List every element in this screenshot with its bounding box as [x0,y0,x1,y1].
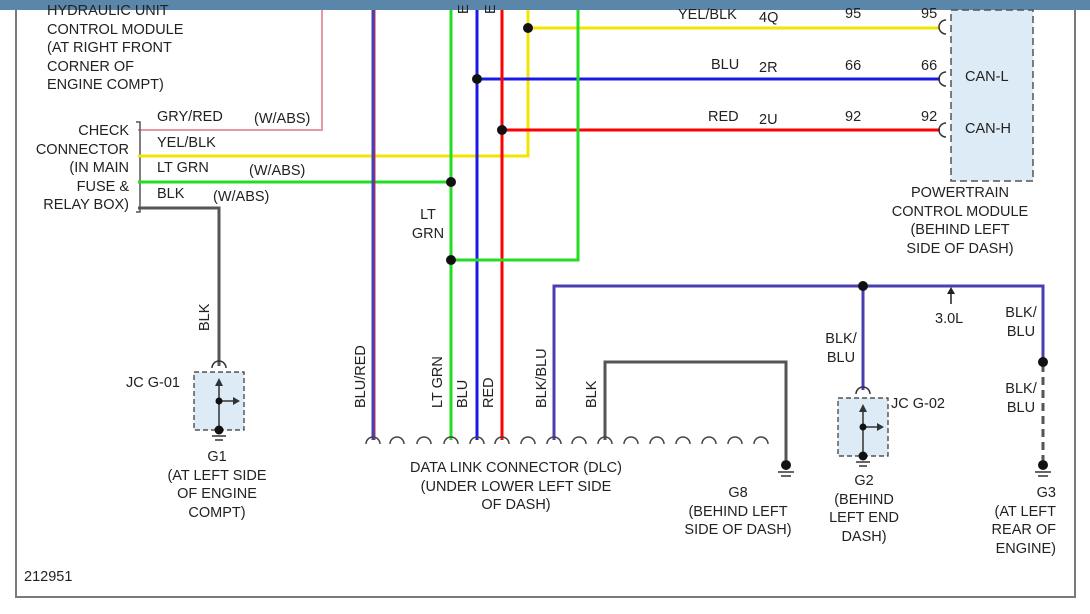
splice-dot [446,177,456,187]
gry-red-label: GRY/RED [157,109,223,125]
blk-blu-g3-label-b: BLK/ BLU [1005,381,1037,416]
pcm-row-circuit: 4Q [759,10,779,26]
pcm-module-box [950,9,1034,182]
arrow-up-icon [947,287,955,294]
pcm-row-color: BLU [711,57,740,73]
pcm-row-pin: 95 [921,6,938,22]
lt-grn-label: LT GRN [157,160,209,176]
blk-note: (W/ABS) [213,189,270,205]
splice-dot [446,255,456,265]
g3-label: G3 (AT LEFT REAR OF ENGINE) [991,485,1056,557]
jc-g02-junction [837,386,889,467]
gry-red-note: (W/ABS) [254,111,311,127]
blk-label: BLK [157,186,185,202]
blk-blu-vlabel: BLK/BLU [534,348,550,408]
partial-top-label: E [483,4,499,14]
pcm-row-color: RED [708,109,739,125]
g1-label: G1 (AT LEFT SIDE OF ENGINE COMPT) [167,449,267,521]
engine-length-label: 3.0L [935,311,964,327]
splice-dot [523,23,533,33]
blk-g1-vlabel: BLK [197,303,213,331]
blk-vlabel: BLK [584,380,600,408]
dlc-connector-pins [365,436,769,445]
blk-blu-g2-label: BLK/ BLU [825,331,857,366]
pcm-row-pin: 95 [845,6,862,22]
lt-grn-branch-wire [451,10,580,262]
pcm-label: POWERTRAIN CONTROL MODULE (BEHIND LEFT S… [891,185,1029,257]
splice-dot [1038,357,1048,367]
jc-g01-label: JC G-01 [126,375,180,391]
lt-grn-vlabel: LT GRN [430,356,446,408]
ground-g3-icon [1035,460,1051,477]
splice-dot [858,281,868,291]
check-connector-bracket [136,121,141,213]
pcm-row-color: YEL/BLK [678,7,737,23]
can-h-label: CAN-H [965,121,1011,137]
partial-top-label: E [456,4,472,14]
pcm-row-pin: 92 [845,109,862,125]
yel-blk-label: YEL/BLK [157,135,216,151]
dlc-label: DATA LINK CONNECTOR (DLC) (UNDER LOWER L… [410,460,622,513]
lt-grn-mid-label: LT GRN [411,207,445,242]
hydraulic-unit-label: HYDRAULIC UNIT CONTROL MODULE (AT RIGHT … [47,3,184,93]
can-l-label: CAN-L [965,69,1009,85]
lt-grn-note: (W/ABS) [249,163,306,179]
check-connector-label: CHECK CONNECTOR (IN MAIN FUSE & RELAY BO… [35,123,129,213]
jc-g01-junction [193,360,245,441]
ground-g8-icon [778,460,794,477]
g2-label: G2 (BEHIND LEFT END DASH) [829,473,899,545]
pcm-row-pin: 66 [845,58,862,74]
g8-label: G8 (BEHIND LEFT SIDE OF DASH) [684,485,792,538]
pcm-row-circuit: 2U [759,112,778,128]
pcm-row-pin: 66 [921,58,938,74]
jc-g02-label: JC G-02 [891,396,945,412]
blk-blu-g3-label-a: BLK/ BLU [1005,305,1037,340]
splice-dot [497,125,507,135]
pcm-row-pin: 92 [921,109,938,125]
blk-g1-wire [138,206,221,366]
diagram-id: 212951 [24,569,73,585]
blk-g8-wire [603,360,788,460]
blu-vlabel: BLU [455,379,471,408]
pcm-row-circuit: 2R [759,60,778,76]
splice-dot [472,74,482,84]
yel-blk-wire [138,26,940,158]
red-vlabel: RED [481,377,497,408]
blu-red-vlabel: BLU/RED [353,345,369,408]
